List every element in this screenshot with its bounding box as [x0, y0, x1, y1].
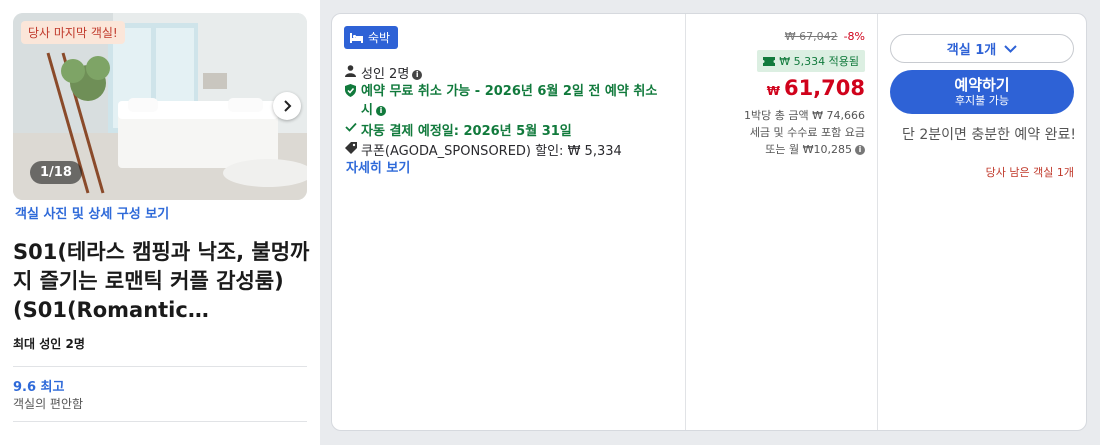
bed-icon	[350, 32, 363, 43]
divider	[13, 421, 307, 422]
rating-category: 객실의 편안함	[13, 397, 84, 411]
monthly-price: 또는 월 ₩10,285	[765, 143, 852, 156]
free-cancel-row: 예약 무료 취소 가능 - 2026년 6월 2일 전 예약 취소 시i	[344, 82, 674, 120]
tax-note: 세금 및 수수료 포함 요금	[749, 126, 865, 139]
guests-row: 성인 2명 i	[344, 63, 423, 82]
stay-type-badge: 숙박	[344, 26, 399, 49]
next-photo-button[interactable]	[273, 92, 301, 120]
chevron-down-icon	[1004, 44, 1017, 53]
person-icon	[344, 65, 357, 77]
guests-label: 성인 2명	[361, 67, 410, 82]
autopay-text: 자동 결제 예정일: 2026년 5월 31일	[361, 124, 572, 139]
book-button[interactable]: 예약하기 후지불 가능	[890, 70, 1074, 114]
room-title: S01(테라스 캠핑과 낙조, 불멍까지 즐기는 로맨틱 커플 감성룸) (S0…	[13, 240, 310, 322]
tag-icon	[344, 142, 357, 154]
autopay-row: 자동 결제 예정일: 2026년 5월 31일	[344, 120, 572, 139]
divider	[13, 366, 307, 367]
check-icon	[344, 122, 357, 132]
offer-card: 숙박 성인 2명 i 예약 무료 취소 가능 - 2026년 6월 2일 전 예약…	[331, 13, 1087, 431]
per-night-total: 1박당 총 금액 ₩ 74,666	[744, 109, 865, 122]
max-occupancy: 최대 성인 2명	[13, 337, 85, 351]
book-button-label: 예약하기	[954, 75, 1010, 94]
view-photos-link[interactable]: 객실 사진 및 상세 구성 보기	[15, 203, 169, 222]
coupon-applied-badge: ₩ 5,334 적용됨	[757, 50, 865, 72]
monthly-price-row: 또는 월 ₩10,285 i	[765, 141, 865, 157]
price-value: 61,708	[783, 76, 865, 100]
rooms-left-note: 당사 남은 객실 1개	[985, 166, 1074, 179]
room-photo[interactable]: 당사 마지막 객실! 1/18	[13, 13, 307, 200]
last-room-badge: 당사 마지막 객실!	[21, 21, 125, 44]
final-price: ₩61,708	[767, 76, 865, 100]
details-link[interactable]: 자세히 보기	[346, 157, 410, 176]
price-currency: ₩	[766, 84, 780, 98]
stay-type-label: 숙박	[368, 31, 391, 45]
coupon-applied-text: ₩ 5,334 적용됨	[779, 55, 859, 68]
booking-panel: 객실 1개 예약하기 후지불 가능 단 2분이면 충분한 예약 완료! 당사 남…	[878, 14, 1086, 430]
original-price: ₩ 67,042	[784, 30, 838, 43]
quick-booking-note: 단 2분이면 충분한 예약 완료!	[902, 127, 1076, 143]
room-count-select[interactable]: 객실 1개	[890, 34, 1074, 63]
room-count-label: 객실 1개	[946, 43, 997, 58]
ticket-icon	[763, 56, 776, 66]
info-icon[interactable]: i	[375, 105, 386, 116]
book-button-sublabel: 후지불 가능	[954, 93, 1010, 107]
info-icon[interactable]: i	[855, 144, 865, 155]
free-cancel-text: 예약 무료 취소 가능 - 2026년 6월 2일 전 예약 취소 시	[361, 84, 658, 118]
info-icon[interactable]: i	[412, 69, 423, 80]
discount-percent: -8%	[843, 30, 865, 43]
room-summary-panel: 당사 마지막 객실! 1/18 객실 사진 및 상세 구성 보기 S01(테라스…	[0, 0, 320, 445]
price-panel: ₩ 67,042 -8% ₩ 5,334 적용됨 ₩61,708 1박당 총 금액…	[686, 14, 878, 430]
chevron-right-icon	[284, 100, 292, 112]
original-price-row: ₩ 67,042 -8%	[785, 30, 865, 43]
photo-counter: 1/18	[30, 161, 82, 184]
room-rating: 9.6 최고	[13, 380, 65, 395]
offer-benefits: 숙박 성인 2명 i 예약 무료 취소 가능 - 2026년 6월 2일 전 예약…	[332, 14, 686, 430]
shield-check-icon	[344, 84, 357, 97]
